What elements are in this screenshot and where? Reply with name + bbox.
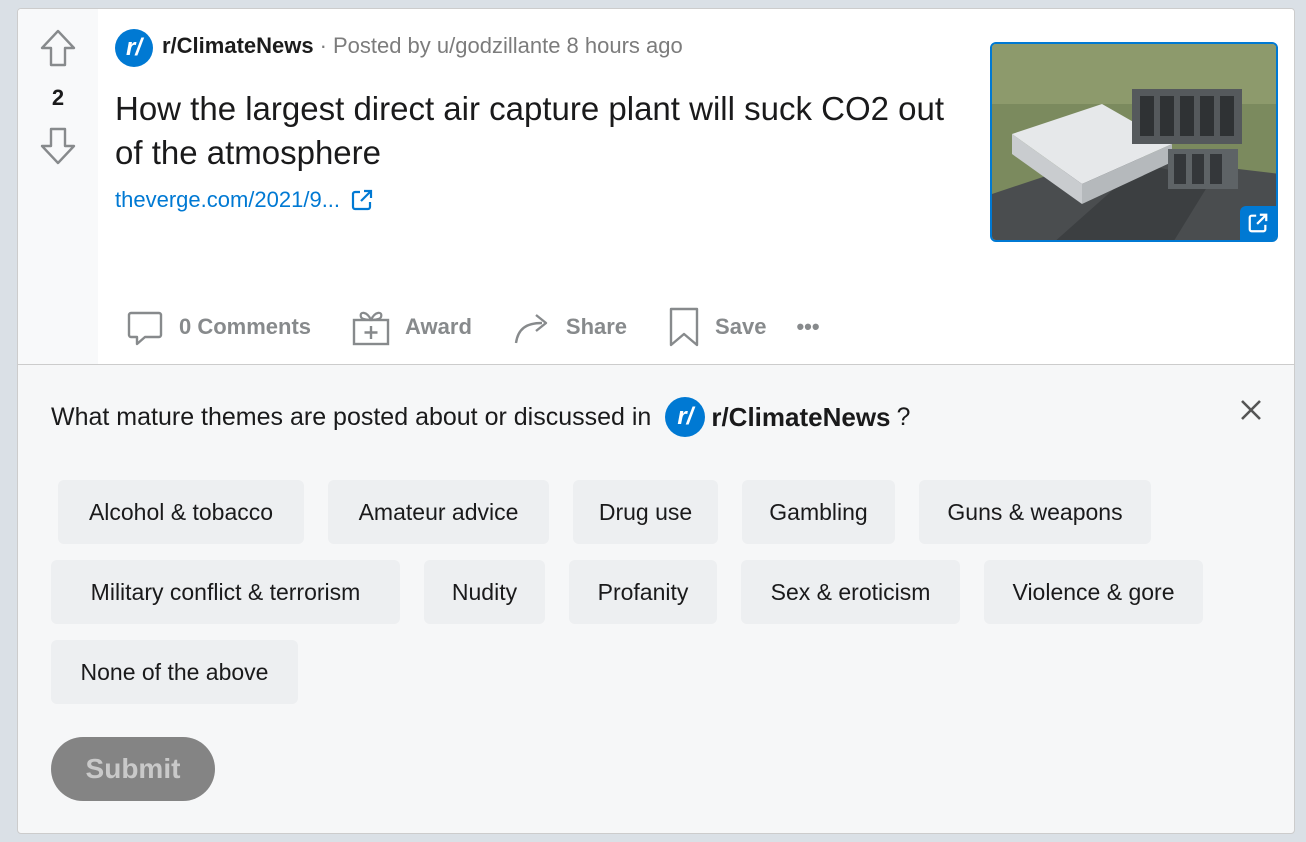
subreddit-avatar-small: r/ <box>665 397 706 437</box>
post: 2 r/ r/ClimateNews · Posted by u/godzillan… <box>18 9 1294 365</box>
upvote-button[interactable] <box>38 27 78 69</box>
post-link[interactable]: theverge.com/2021/9... <box>115 187 374 213</box>
theme-option[interactable]: Violence & gore <box>984 560 1203 624</box>
posted-by[interactable]: Posted by u/godzillante 8 hours ago <box>333 33 683 58</box>
theme-option[interactable]: Military conflict & terrorism <box>51 560 400 624</box>
close-icon <box>1241 400 1261 420</box>
share-label: Share <box>565 314 628 339</box>
thumbnail-image <box>992 44 1276 240</box>
bookmark-icon <box>669 307 699 347</box>
vote-column: 2 <box>18 9 98 364</box>
theme-option[interactable]: Nudity <box>424 560 545 624</box>
theme-option[interactable]: Drug use <box>573 480 718 544</box>
downvote-icon <box>40 127 76 165</box>
save-label: Save <box>715 314 767 339</box>
external-link-icon <box>1248 213 1268 233</box>
post-thumbnail[interactable] <box>990 42 1278 242</box>
more-options-button[interactable]: ••• <box>786 305 829 349</box>
meta-separator: · <box>319 33 327 58</box>
award-button[interactable]: Award <box>341 305 482 349</box>
post-actions: 0 Comments Award Share Save ••• <box>115 305 850 349</box>
comments-button[interactable]: 0 Comments <box>115 305 321 349</box>
comments-label: 0 Comments <box>179 314 312 339</box>
post-card: 2 r/ r/ClimateNews · Posted by u/godzillan… <box>17 8 1295 834</box>
downvote-button[interactable] <box>38 125 78 167</box>
post-link-text[interactable]: theverge.com/2021/9... <box>115 187 340 213</box>
award-label: Award <box>405 314 472 339</box>
theme-option[interactable]: None of the above <box>51 640 298 704</box>
share-arrow-icon <box>514 314 548 344</box>
external-link-icon <box>351 189 373 211</box>
survey-question-mark: ? <box>896 402 911 431</box>
theme-option[interactable]: Gambling <box>742 480 895 544</box>
comment-icon <box>127 311 163 346</box>
gift-icon <box>352 311 390 346</box>
save-button[interactable]: Save <box>657 305 776 349</box>
post-title[interactable]: How the largest direct air capture plant… <box>115 87 965 175</box>
close-survey-button[interactable] <box>1236 395 1266 425</box>
theme-option[interactable]: Guns & weapons <box>919 480 1151 544</box>
vote-count: 2 <box>51 85 65 110</box>
submit-button[interactable]: Submit <box>51 737 215 801</box>
theme-option[interactable]: Profanity <box>569 560 717 624</box>
more-dots-icon: ••• <box>796 314 820 339</box>
theme-option[interactable]: Alcohol & tobacco <box>58 480 304 544</box>
survey-question: What mature themes are posted about or d… <box>51 397 910 437</box>
post-meta: r/ClimateNews · Posted by u/godzillante 8 … <box>162 33 683 59</box>
upvote-icon <box>40 29 76 67</box>
survey-subreddit: r/ClimateNews <box>711 401 891 432</box>
share-button[interactable]: Share <box>502 305 637 349</box>
thumbnail-open-button[interactable] <box>1240 206 1276 240</box>
theme-option[interactable]: Sex & eroticism <box>741 560 960 624</box>
theme-option[interactable]: Amateur advice <box>328 480 549 544</box>
subreddit-link[interactable]: r/ClimateNews <box>162 33 314 58</box>
survey-question-text: What mature themes are posted about or d… <box>51 402 652 431</box>
subreddit-avatar[interactable]: r/ <box>115 29 153 67</box>
